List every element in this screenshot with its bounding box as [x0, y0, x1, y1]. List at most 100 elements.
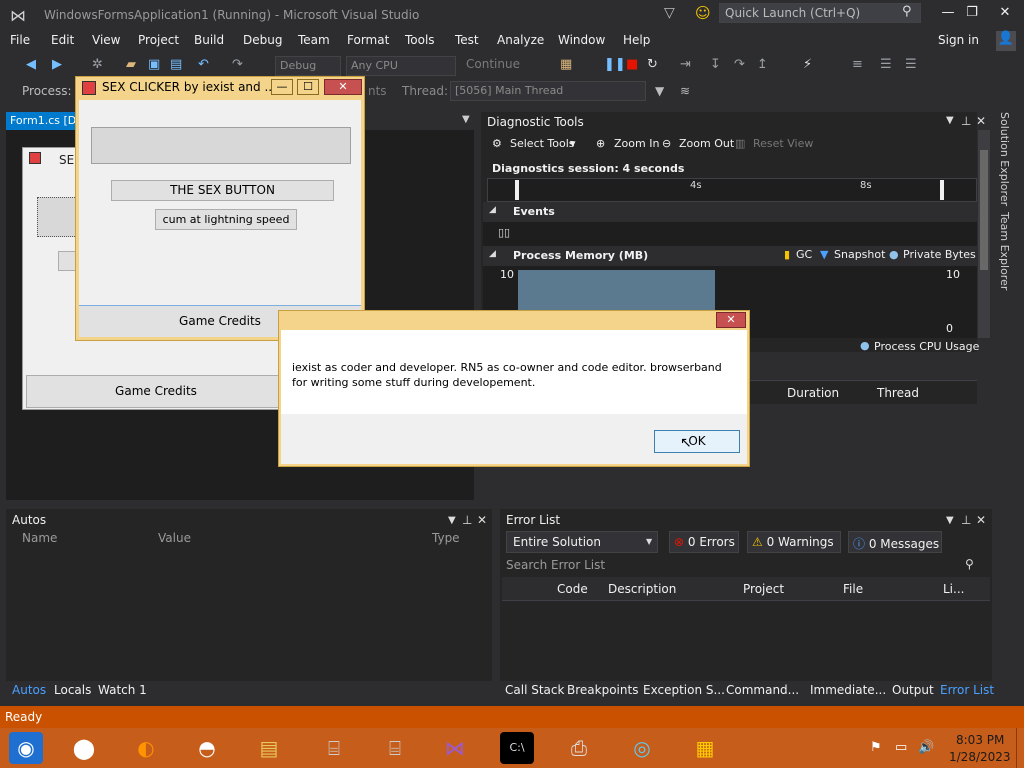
clicker-minimize-button[interactable]: — — [271, 79, 293, 95]
menu-build[interactable]: Build — [194, 33, 224, 47]
open-folder-icon[interactable]: ▰ — [126, 57, 136, 72]
undo-icon[interactable]: ↶ — [198, 57, 209, 72]
sign-in-link[interactable]: Sign in — [938, 33, 979, 47]
restore-button[interactable]: ❐ — [962, 5, 982, 20]
autos-close-icon[interactable]: ✕ — [477, 513, 487, 527]
dialog-close-button[interactable]: ✕ — [716, 312, 746, 328]
messages-filter-button[interactable]: ⓘ 0 Messages — [848, 531, 942, 553]
panel-close-icon[interactable]: ✕ — [976, 114, 986, 128]
firefox-icon[interactable]: ◐ — [129, 732, 163, 764]
menu-view[interactable]: View — [92, 33, 120, 47]
tab-watch-1[interactable]: Watch 1 — [98, 683, 147, 697]
command-prompt-icon[interactable]: C:\ — [500, 732, 534, 764]
error-column-file[interactable]: File — [843, 582, 863, 596]
menu-window[interactable]: Window — [558, 33, 605, 47]
app-grid-icon[interactable]: ▦ — [688, 732, 722, 764]
edge-icon[interactable]: ◎ — [625, 732, 659, 764]
save-icon[interactable]: ▣ — [148, 57, 160, 72]
solution-platform-select[interactable]: Any CPU — [346, 56, 456, 76]
save-all-icon[interactable]: ▤ — [170, 57, 182, 72]
designer-selected-control[interactable] — [37, 197, 77, 237]
pin-icon[interactable]: ⊥ — [961, 114, 971, 128]
tab-output[interactable]: Output — [892, 683, 934, 697]
menu-analyze[interactable]: Analyze — [497, 33, 544, 47]
zoom-out-button[interactable]: Zoom Out — [679, 137, 734, 150]
menu-edit[interactable]: Edit — [51, 33, 74, 47]
tab-error-list[interactable]: Error List — [940, 683, 994, 697]
tab-locals[interactable]: Locals — [54, 683, 91, 697]
computer-app-icon[interactable]: ⌸ — [378, 732, 412, 764]
clicker-close-button[interactable]: ✕ — [324, 79, 362, 95]
error-search-icon[interactable]: ⚲ — [965, 557, 974, 571]
autos-column-name[interactable]: Name — [22, 531, 57, 545]
tab-breakpoints[interactable]: Breakpoints — [567, 683, 638, 697]
notifications-flag-icon[interactable]: ▽ — [664, 5, 675, 21]
tab-command[interactable]: Command... — [726, 683, 799, 697]
file-explorer-icon[interactable]: ▤ — [252, 732, 286, 764]
warnings-filter-button[interactable]: ⚠ 0 Warnings — [747, 531, 841, 553]
error-list-close-icon[interactable]: ✕ — [976, 513, 986, 527]
tab-form1-designer[interactable]: Form1.cs [De — [6, 112, 76, 130]
ok-button[interactable]: OK — [654, 430, 740, 453]
visual-studio-taskbar-icon[interactable]: ⋈ — [438, 732, 472, 764]
error-list-pin-icon[interactable]: ⊥ — [961, 513, 971, 527]
error-scope-select[interactable]: Entire Solution — [506, 531, 658, 553]
chrome-icon[interactable]: ⬤ — [67, 732, 101, 764]
zoom-out-icon[interactable]: ⊖ — [662, 137, 671, 150]
hot-reload-icon[interactable]: ⚡ — [803, 57, 812, 72]
select-tools-dropdown-icon[interactable]: ▾ — [570, 137, 576, 150]
designer-credits-button[interactable]: Game Credits — [26, 375, 286, 408]
solution-config-select[interactable]: Debug — [275, 56, 341, 76]
collapse-memory-icon[interactable]: ◢ — [489, 249, 496, 259]
column-duration[interactable]: Duration — [787, 386, 839, 400]
menu-file[interactable]: File — [10, 33, 30, 47]
obama-logo-icon[interactable]: ◓ — [190, 732, 224, 764]
menu-format[interactable]: Format — [347, 33, 389, 47]
align-icon[interactable]: ≡ — [852, 57, 863, 72]
menu-test[interactable]: Test — [455, 33, 479, 47]
feedback-smile-icon[interactable]: ☺ — [695, 4, 711, 22]
speed-button[interactable]: cum at lightning speed — [155, 209, 297, 230]
tab-autos[interactable]: Autos — [12, 683, 46, 697]
stop-icon[interactable]: ■ — [626, 57, 638, 72]
reset-view-button[interactable]: Reset View — [753, 137, 813, 150]
diag-scrollbar-thumb[interactable] — [980, 150, 988, 270]
filter-icon[interactable]: ▼ — [655, 84, 664, 98]
error-column-code[interactable]: Code — [557, 582, 588, 596]
error-list-menu-icon[interactable]: ▼ — [946, 515, 954, 526]
show-desktop-button[interactable] — [1016, 728, 1024, 768]
network-app-icon[interactable]: ⌸ — [317, 732, 351, 764]
new-project-icon[interactable]: ✲ — [92, 57, 103, 72]
timeline-end-handle[interactable] — [940, 180, 944, 200]
redo-icon[interactable]: ↷ — [232, 57, 243, 72]
clicker-maximize-button[interactable]: ☐ — [297, 79, 319, 95]
menu-team[interactable]: Team — [298, 33, 330, 47]
menu-help[interactable]: Help — [623, 33, 650, 47]
error-search-input[interactable]: Search Error List — [502, 557, 990, 575]
error-column-project[interactable]: Project — [743, 582, 784, 596]
gear-icon[interactable]: ⚙ — [492, 137, 502, 150]
autos-pin-icon[interactable]: ⊥ — [462, 513, 472, 527]
timeline-ruler[interactable] — [487, 178, 977, 202]
clock-date[interactable]: 1/28/2023 — [949, 750, 1011, 764]
start-button-icon[interactable]: ◉ — [9, 732, 43, 764]
forward-icon[interactable]: ▶ — [52, 57, 62, 72]
volume-icon[interactable]: 🔊 — [918, 740, 934, 755]
error-column-description[interactable]: Description — [608, 582, 676, 596]
scope-dropdown-icon[interactable]: ▼ — [646, 537, 652, 546]
user-account-icon[interactable]: 👤 — [996, 31, 1016, 51]
pause-icon[interactable]: ❚❚ — [604, 57, 626, 72]
timeline-start-handle[interactable] — [515, 180, 519, 200]
panel-menu-icon[interactable]: ▼ — [946, 115, 954, 126]
select-tools-button[interactable]: Select Tools — [510, 137, 575, 150]
back-icon[interactable]: ◀ — [26, 57, 36, 72]
column-thread[interactable]: Thread — [877, 386, 919, 400]
error-column-line[interactable]: Li... — [943, 582, 964, 596]
step-out-icon[interactable]: ↥ — [757, 57, 768, 72]
show-next-statement-icon[interactable]: ⇥ — [680, 57, 691, 72]
autos-column-value[interactable]: Value — [158, 531, 191, 545]
events-pause-icon[interactable]: ▯▯ — [498, 226, 510, 239]
step-over-icon[interactable]: ↷ — [734, 57, 745, 72]
zoom-in-button[interactable]: Zoom In — [614, 137, 659, 150]
quick-launch-input[interactable]: Quick Launch (Ctrl+Q) — [719, 3, 921, 23]
